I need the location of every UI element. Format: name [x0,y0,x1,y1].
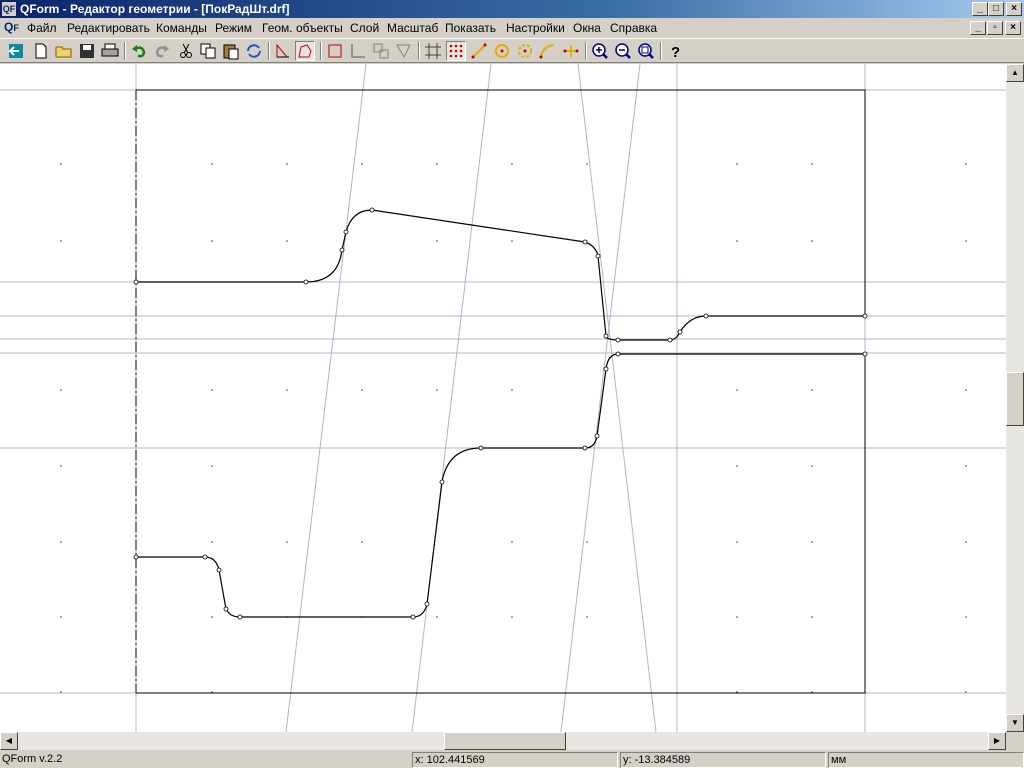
child-restore-button[interactable]: ▫ [987,21,1003,35]
status-version: QForm v.2.2 [2,753,63,765]
menu-windows[interactable]: Окна [573,21,601,35]
menu-commands[interactable]: Команды [156,21,207,35]
snap-copy-button[interactable] [371,41,391,61]
scroll-right-button[interactable]: ▶ [988,732,1006,750]
maximize-button[interactable]: □ [988,2,1004,16]
lower-die-profile [136,353,865,618]
menu-bar: QF Файл Редактировать Команды Режим Геом… [0,18,1024,38]
window-title: QForm - Редактор геометрии - [ПокРадШт.d… [20,2,290,16]
horizontal-scrollbar[interactable]: ◀ ▶ [0,732,1006,750]
grid-lines-button[interactable] [423,41,443,61]
exit-button[interactable] [6,41,26,61]
menu-settings[interactable]: Настройки [506,21,565,35]
status-units: мм [828,752,1024,768]
snap-circle-button[interactable] [492,41,512,61]
status-x-coordinate: x: 102.441569 [412,752,618,768]
svg-text:?: ? [671,44,680,61]
region-button[interactable] [273,41,293,61]
child-minimize-button[interactable]: _ [970,21,986,35]
toolbar-separator [585,42,587,60]
scrollbar-corner [1006,732,1024,750]
vertical-scroll-thumb[interactable] [1006,372,1024,426]
minimize-button[interactable]: _ [972,2,988,16]
upper-die-profile [136,209,865,341]
copy-button[interactable] [198,41,218,61]
menu-edit[interactable]: Редактировать [67,21,150,35]
scroll-left-button[interactable]: ◀ [0,732,18,750]
refresh-button[interactable] [244,41,264,61]
horizontal-scroll-thumb[interactable] [444,732,566,750]
profile-nodes [133,207,868,620]
menu-show[interactable]: Показать [445,21,496,35]
snap-arrow-button[interactable] [394,41,414,61]
snap-line-button[interactable] [469,41,489,61]
menu-file[interactable]: Файл [27,21,57,35]
qf-document-icon[interactable]: QF [4,20,19,34]
menu-help[interactable]: Справка [610,21,657,35]
redo-button[interactable] [152,41,172,61]
toolbar-separator [660,42,662,60]
status-bar: QForm v.2.2 x: 102.441569 y: -13.384589 … [0,750,1024,768]
toolbar-separator [320,42,322,60]
paste-button[interactable] [221,41,241,61]
qf-logo-icon: QF [2,2,16,16]
snap-points-button[interactable] [446,41,466,61]
toolbar: ? [0,38,1024,63]
cut-button[interactable] [176,41,196,61]
menu-mode[interactable]: Режим [215,21,252,35]
boundary-frame [136,89,866,694]
help-button[interactable]: ? [665,41,685,61]
close-button[interactable]: × [1006,2,1022,16]
grid-dots [60,163,967,693]
toolbar-separator [124,42,126,60]
scroll-down-button[interactable]: ▼ [1006,714,1024,732]
menu-geometry-objects[interactable]: Геом. объекты [262,21,343,35]
status-y-coordinate: y: -13.384589 [620,752,826,768]
scroll-up-button[interactable]: ▲ [1006,64,1024,82]
zoom-fit-button[interactable] [636,41,656,61]
toolbar-separator [418,42,420,60]
undo-button[interactable] [129,41,149,61]
snap-arc-button[interactable] [538,41,558,61]
geometry-drawing[interactable] [0,64,1006,732]
region-pressed-button[interactable] [295,41,315,61]
menu-scale[interactable]: Масштаб [387,21,438,35]
snap-center-button[interactable] [515,41,535,61]
toolbar-separator [268,42,270,60]
rectangle-button[interactable] [325,41,345,61]
angle-button[interactable] [348,41,368,61]
construction-lines [0,64,1006,732]
open-folder-button[interactable] [54,41,74,61]
child-close-button[interactable]: × [1005,21,1021,35]
drawing-canvas[interactable] [0,64,1006,732]
zoom-out-button[interactable] [613,41,633,61]
save-button[interactable] [77,41,97,61]
new-file-button[interactable] [31,41,51,61]
zoom-in-button[interactable] [590,41,610,61]
snap-end-button[interactable] [561,41,581,61]
menu-layer[interactable]: Слой [350,21,379,35]
print-button[interactable] [100,41,120,61]
vertical-scrollbar[interactable]: ▲ ▼ [1006,64,1024,732]
title-bar: QF QForm - Редактор геометрии - [ПокРадШ… [0,0,1024,18]
